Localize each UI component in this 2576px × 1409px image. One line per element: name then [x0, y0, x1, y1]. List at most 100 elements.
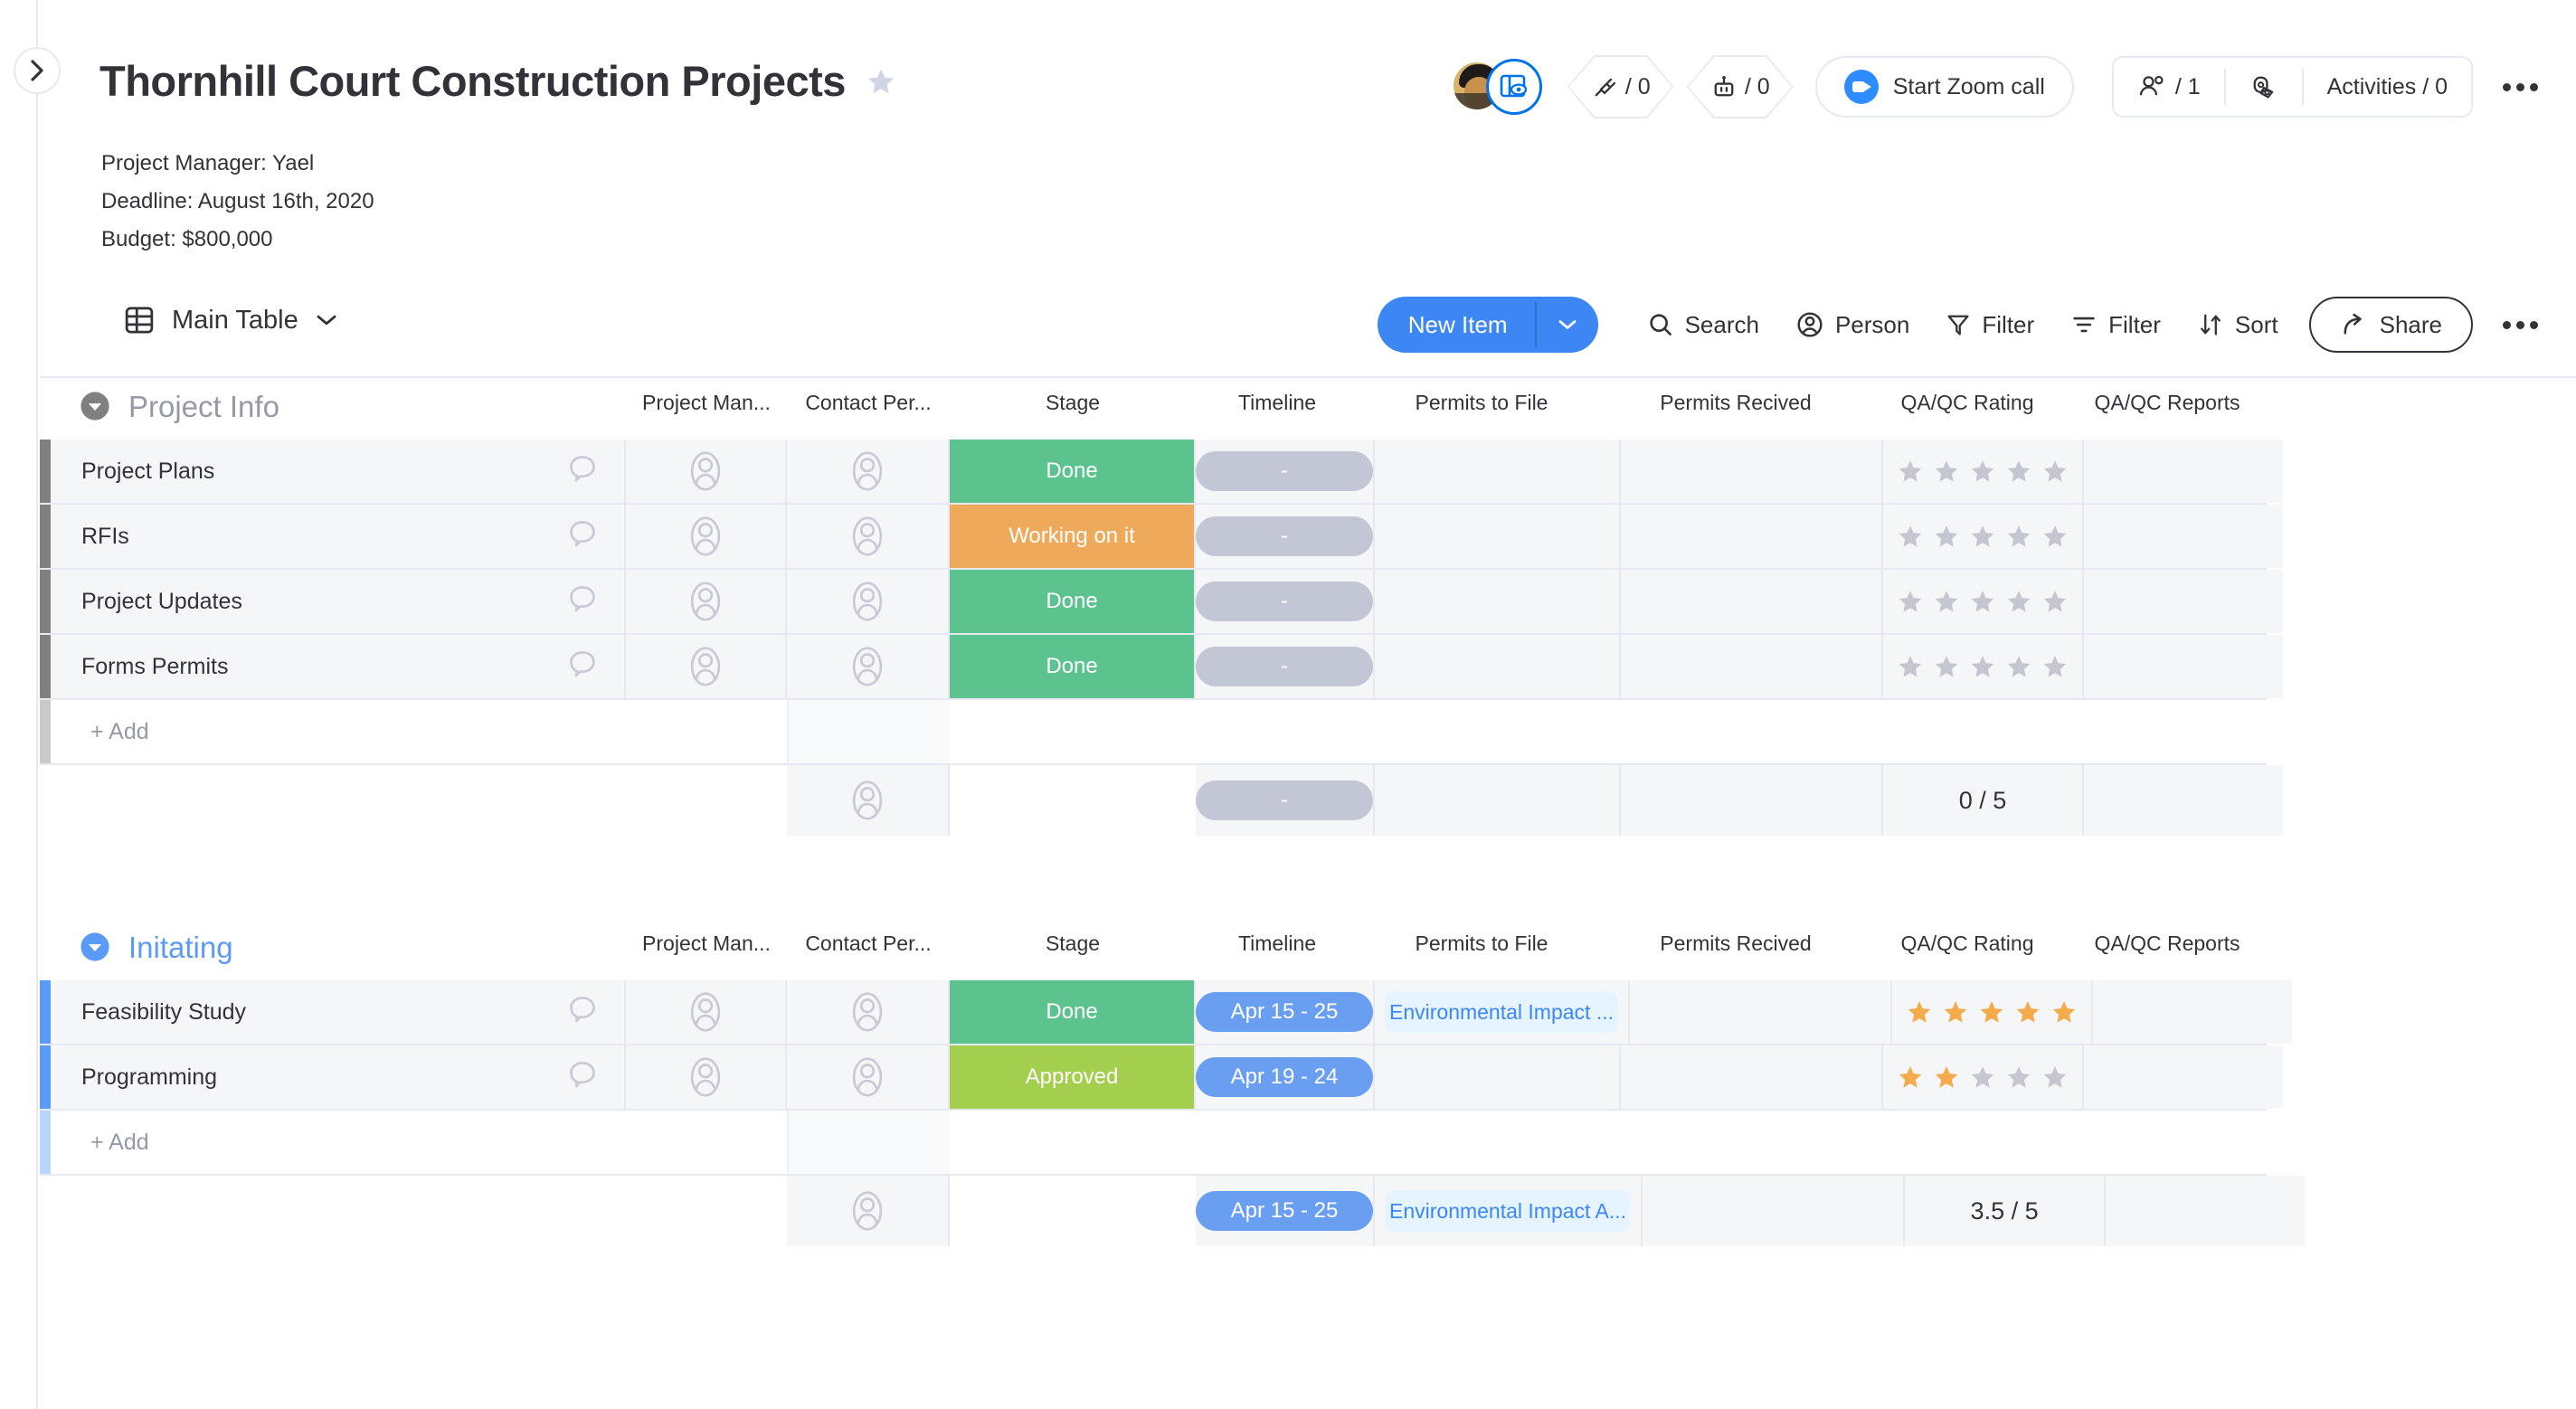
project-manager-cell[interactable] [626, 980, 787, 1044]
person-filter-button[interactable]: Person [1777, 301, 1927, 348]
item-name-cell[interactable]: RFIs [51, 505, 626, 568]
start-zoom-call-button[interactable]: Start Zoom call [1814, 56, 2074, 118]
chat-bubble-icon[interactable] [566, 1058, 599, 1091]
permits-to-file-cell[interactable]: Environmental Impact ... [1375, 980, 1630, 1044]
qa-qc-rating-cell[interactable] [1883, 635, 2084, 698]
new-item-dropdown-button[interactable] [1537, 297, 1598, 353]
stage-cell[interactable]: Working on it [950, 505, 1196, 568]
rating-stars[interactable] [1897, 458, 2069, 485]
qa-qc-rating-cell[interactable] [1883, 440, 2084, 503]
stage-cell[interactable]: Done [950, 570, 1196, 633]
stage-cell[interactable]: Done [950, 635, 1196, 698]
timeline-cell[interactable]: - [1196, 505, 1375, 568]
automations-button[interactable]: / 0 [1686, 55, 1794, 118]
chat-bubble-icon[interactable] [566, 993, 599, 1026]
qa-qc-rating-cell[interactable] [1892, 980, 2093, 1044]
timeline-cell[interactable]: - [1196, 440, 1375, 503]
chat-bubble-icon[interactable] [566, 582, 599, 615]
activities-button[interactable]: Activities / 0 [2304, 58, 2471, 116]
permits-received-cell[interactable] [1621, 505, 1883, 568]
permits-received-cell[interactable] [1621, 635, 1883, 698]
toolbar-more-menu-button[interactable] [2493, 298, 2547, 352]
contact-person-cell[interactable] [787, 980, 950, 1044]
item-name-cell[interactable]: Feasibility Study [51, 980, 626, 1044]
project-manager-cell[interactable] [626, 1045, 787, 1109]
rating-stars[interactable] [1897, 653, 2069, 680]
contact-person-cell[interactable] [787, 570, 950, 633]
rating-stars[interactable] [1897, 1064, 2069, 1091]
timeline-cell[interactable]: - [1196, 635, 1375, 698]
permits-to-file-cell[interactable] [1375, 1045, 1621, 1109]
board-more-menu-button[interactable] [2493, 60, 2547, 114]
permits-received-cell[interactable] [1621, 570, 1883, 633]
qa-qc-rating-cell[interactable] [1883, 505, 2084, 568]
integrations-button[interactable]: / 0 [1567, 55, 1674, 118]
column-header-project-man[interactable]: Project Man... [626, 391, 787, 415]
chat-bubble-button[interactable] [566, 452, 599, 491]
add-item-button[interactable]: + Add [51, 1111, 787, 1174]
column-header-qa-qc-reports[interactable]: QA/QC Reports [2068, 391, 2267, 415]
contact-person-cell[interactable] [787, 440, 950, 503]
filter-button[interactable]: Filter [1927, 302, 2052, 348]
stage-cell[interactable]: Done [950, 980, 1196, 1044]
column-header-permits-recived[interactable]: Permits Recived [1605, 391, 1867, 415]
permits-received-cell[interactable] [1630, 980, 1892, 1044]
add-item-row[interactable]: + Add [40, 700, 2267, 765]
group-collapse-button[interactable] [80, 931, 110, 962]
permits-to-file-cell[interactable] [1375, 505, 1621, 568]
chat-bubble-icon[interactable] [566, 517, 599, 550]
column-header-permits-recived[interactable]: Permits Recived [1605, 931, 1867, 956]
column-header-qa-qc-rating[interactable]: QA/QC Rating [1867, 391, 2068, 415]
project-manager-cell[interactable] [626, 570, 787, 633]
column-header-qa-qc-rating[interactable]: QA/QC Rating [1867, 931, 2068, 956]
column-header-project-man[interactable]: Project Man... [626, 931, 787, 956]
rating-stars[interactable] [1906, 998, 2078, 1026]
permits-to-file-cell[interactable] [1375, 635, 1621, 698]
item-name-cell[interactable]: Project Plans [51, 440, 626, 503]
search-button[interactable]: Search [1629, 302, 1777, 348]
rating-stars[interactable] [1897, 588, 2069, 615]
column-header-permits-to-file[interactable]: Permits to File [1359, 931, 1605, 956]
star-icon[interactable] [866, 66, 896, 97]
project-manager-cell[interactable] [626, 440, 787, 503]
permits-to-file-cell[interactable] [1375, 440, 1621, 503]
qa-qc-reports-cell[interactable] [2084, 570, 2283, 633]
column-header-stage[interactable]: Stage [950, 931, 1196, 956]
chat-bubble-icon[interactable] [566, 452, 599, 485]
chat-bubble-button[interactable] [566, 582, 599, 621]
expand-sidebar-button[interactable] [14, 47, 61, 94]
chevron-down-icon[interactable] [315, 312, 338, 328]
qa-qc-rating-cell[interactable] [1883, 1045, 2084, 1109]
contact-person-cell[interactable] [787, 635, 950, 698]
group-collapse-button[interactable] [80, 391, 110, 421]
project-manager-cell[interactable] [626, 635, 787, 698]
activity-log-button[interactable] [2226, 58, 2302, 116]
item-name-cell[interactable]: Forms Permits [51, 635, 626, 698]
group-title[interactable]: Project Info [128, 383, 279, 431]
column-header-contact-per[interactable]: Contact Per... [787, 391, 950, 415]
item-name-cell[interactable]: Project Updates [51, 570, 626, 633]
column-header-timeline[interactable]: Timeline [1196, 931, 1359, 956]
share-button[interactable]: Share [2308, 297, 2473, 353]
column-header-permits-to-file[interactable]: Permits to File [1359, 391, 1605, 415]
qa-qc-reports-cell[interactable] [2093, 980, 2292, 1044]
qa-qc-reports-cell[interactable] [2084, 1045, 2283, 1109]
rating-stars[interactable] [1897, 523, 2069, 550]
add-item-button[interactable]: + Add [51, 700, 787, 763]
chat-bubble-button[interactable] [566, 517, 599, 556]
advanced-filter-button[interactable]: Filter [2052, 302, 2179, 348]
column-header-contact-per[interactable]: Contact Per... [787, 931, 950, 956]
sort-button[interactable]: Sort [2179, 302, 2297, 348]
column-header-timeline[interactable]: Timeline [1196, 391, 1359, 415]
add-item-row[interactable]: + Add [40, 1111, 2267, 1176]
column-header-qa-qc-reports[interactable]: QA/QC Reports [2068, 931, 2267, 956]
project-manager-cell[interactable] [626, 505, 787, 568]
column-header-stage[interactable]: Stage [950, 391, 1196, 415]
group-title[interactable]: Initating [128, 924, 233, 972]
chat-bubble-button[interactable] [566, 648, 599, 686]
qa-qc-reports-cell[interactable] [2084, 505, 2283, 568]
view-switcher[interactable]: Main Table [123, 304, 338, 336]
stage-cell[interactable]: Approved [950, 1045, 1196, 1109]
chat-bubble-button[interactable] [566, 1058, 599, 1097]
chat-bubble-icon[interactable] [566, 648, 599, 680]
